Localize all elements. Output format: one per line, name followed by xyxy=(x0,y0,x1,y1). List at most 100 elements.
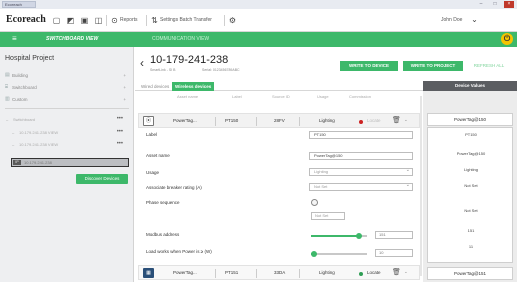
locate-link[interactable]: Locate xyxy=(367,118,381,123)
reports-icon[interactable]: ⊙ xyxy=(110,17,119,25)
device-value-top: PowerTag@150 xyxy=(427,113,513,126)
tree-item-label: 10.179.241.238 VIEW xyxy=(19,130,59,135)
app-logo: Ecoreach xyxy=(6,14,46,25)
delete-icon[interactable]: 🗑 xyxy=(392,116,401,124)
usage-field-label: Usage xyxy=(146,170,160,175)
project-sidebar: Hospital Project ▤ Building + ⌸ Switchbo… xyxy=(0,47,134,282)
settings-transfer-icon[interactable]: ⇅ xyxy=(150,17,159,25)
label-field-label: Label xyxy=(146,132,158,137)
device-icon: ⦿ xyxy=(143,116,154,126)
settings-gear-icon[interactable]: ⚙ xyxy=(228,17,237,25)
window-tab[interactable]: Ecoreach xyxy=(2,1,36,8)
column-header[interactable]: Asset name xyxy=(177,94,198,99)
sidebar-item-label: Custom xyxy=(12,97,28,102)
add-icon[interactable]: + xyxy=(123,71,126,80)
write-to-project-button[interactable]: WRITE TO PROJECT xyxy=(403,61,463,71)
toolbar-divider xyxy=(224,15,225,26)
menu-icon[interactable]: ≡ xyxy=(12,34,17,44)
more-icon[interactable]: ••• xyxy=(117,128,123,136)
tree-item-switchboard[interactable]: – Switchboard ••• xyxy=(5,116,129,124)
usage-select[interactable]: Lighting xyxy=(309,167,413,176)
column-header[interactable]: Label xyxy=(232,94,242,99)
power-icon[interactable]: ⏻ xyxy=(501,33,513,45)
locate-link[interactable]: Locate xyxy=(367,270,381,275)
phase-sequence-radio[interactable] xyxy=(311,199,318,206)
breaker-rating-select[interactable]: Not Set xyxy=(309,182,413,191)
device-subtitle: SmartLink - SI B xyxy=(150,68,176,72)
save-icon[interactable]: ▣ xyxy=(80,17,89,25)
table-row[interactable]: ⦿ PowerTag... PT150 28FV Lighting Locate… xyxy=(138,113,420,128)
minimize-icon[interactable]: – xyxy=(476,1,486,8)
row-label: PT150 xyxy=(225,118,239,123)
table-row[interactable]: ▦ PowerTag... PT151 33DA Lighting Locate… xyxy=(138,265,420,280)
add-icon[interactable]: + xyxy=(123,95,126,104)
tab-wired-devices[interactable]: Wired devices xyxy=(138,82,172,91)
collapse-icon[interactable]: – xyxy=(12,141,14,149)
modbus-slider-track[interactable] xyxy=(311,233,367,239)
cell-divider xyxy=(299,117,300,126)
load-slider-track[interactable] xyxy=(311,251,367,257)
status-dot xyxy=(359,120,363,124)
device-tabs: Wired devices Wireless devices xyxy=(135,81,423,91)
communication-view-link[interactable]: COMMUNICATION VIEW xyxy=(152,36,209,42)
tree-item-device[interactable]: – 10.179.241.238 VIEW ••• xyxy=(11,129,129,137)
status-dot xyxy=(359,272,363,276)
load-threshold-input[interactable]: 10 xyxy=(375,249,413,257)
row-chevron-icon[interactable]: ⌄ xyxy=(404,117,408,123)
device-value-line: PT150 xyxy=(465,132,477,137)
asset-name-input[interactable]: PowerTag@150 xyxy=(309,152,413,160)
row-chevron-icon[interactable]: ⌄ xyxy=(404,269,408,275)
modbus-slider-handle[interactable] xyxy=(356,233,362,239)
custom-icon: ▥ xyxy=(5,96,10,102)
load-slider-handle[interactable] xyxy=(311,251,317,257)
asset-name-field-label: Asset name xyxy=(146,153,170,158)
settings-transfer-link[interactable]: Settings Batch Transfer xyxy=(160,17,212,23)
sidebar-item-switchboard[interactable]: ⌸ Switchboard + xyxy=(5,83,129,92)
device-title: 10-179-241-238 xyxy=(150,54,229,66)
delete-icon[interactable]: 🗑 xyxy=(392,268,401,276)
write-to-device-button[interactable]: WRITE TO DEVICE xyxy=(340,61,398,71)
tree-item-label: 10.179.241.238 VIEW xyxy=(19,142,59,147)
device-value-line: Not Set xyxy=(464,183,478,188)
modbus-address-input[interactable]: 151 xyxy=(375,231,413,239)
project-title: Hospital Project xyxy=(5,55,55,62)
new-file-icon[interactable]: ▢ xyxy=(52,17,61,25)
phase-sequence-select[interactable]: Not Set xyxy=(311,212,345,220)
phase-sequence-field-label: Phase sequence xyxy=(146,200,180,205)
sidebar-item-building[interactable]: ▤ Building + xyxy=(5,71,129,80)
discover-devices-button[interactable]: Discover Devices xyxy=(76,174,128,184)
collapse-icon[interactable]: – xyxy=(6,116,8,124)
tree-item-device[interactable]: – 10.179.241.238 VIEW ••• xyxy=(11,141,129,149)
open-folder-icon[interactable]: ◩ xyxy=(66,17,75,25)
label-input[interactable]: PT150 xyxy=(309,131,413,139)
switchboard-view-link[interactable]: SWITCHBOARD VIEW xyxy=(46,36,98,42)
nav-bar: ≡ SWITCHBOARD VIEW COMMUNICATION VIEW ⏻ xyxy=(0,32,517,47)
building-icon: ▤ xyxy=(5,72,10,78)
user-name[interactable]: John Doe xyxy=(441,17,462,23)
device-value-line: Lighting xyxy=(463,167,478,172)
column-header[interactable]: Source ID xyxy=(272,94,290,99)
ip-tag: IP xyxy=(13,160,21,165)
row-label: PT151 xyxy=(225,270,239,275)
tab-wireless-devices[interactable]: Wireless devices xyxy=(172,82,215,91)
ip-address-input[interactable]: IP 10.179.241.238 xyxy=(11,158,129,167)
collapse-icon[interactable]: – xyxy=(12,129,14,137)
cell-divider xyxy=(215,117,216,126)
refresh-all-button[interactable]: REFRESH ALL xyxy=(467,61,511,71)
sidebar-item-custom[interactable]: ▥ Custom + xyxy=(5,95,129,104)
cell-divider xyxy=(299,269,300,278)
scrollbar[interactable] xyxy=(420,96,422,276)
more-icon[interactable]: ••• xyxy=(117,115,123,123)
reports-link[interactable]: Reports xyxy=(120,17,138,23)
device-value-line: Not Set xyxy=(464,208,478,213)
column-header[interactable]: Usage xyxy=(317,94,329,99)
user-menu-chevron-icon[interactable]: ⌄ xyxy=(470,16,479,24)
close-icon[interactable]: × xyxy=(504,1,514,8)
copy-icon[interactable]: ◫ xyxy=(94,17,103,25)
maximize-icon[interactable]: □ xyxy=(490,1,500,8)
column-header[interactable]: Commission xyxy=(349,94,371,99)
more-icon[interactable]: ••• xyxy=(117,140,123,148)
device-value-line: 151 xyxy=(467,228,475,233)
add-icon[interactable]: + xyxy=(123,83,126,92)
back-chevron-icon[interactable]: ‹ xyxy=(140,56,144,70)
